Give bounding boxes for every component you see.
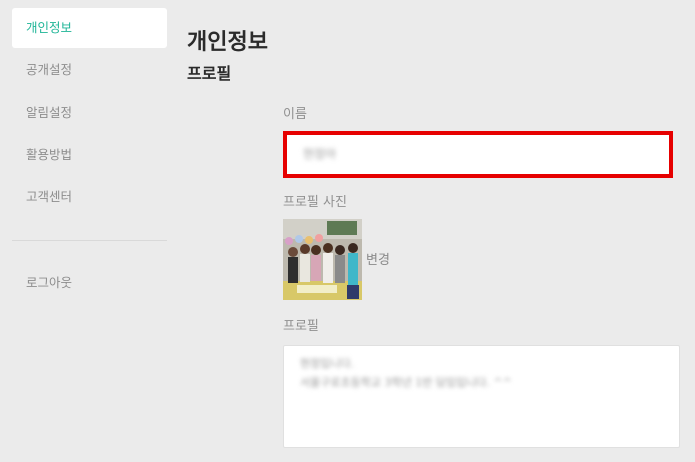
profile-textarea[interactable]: 현정입니다. 서울구로초등학교 3학년 1반 담임입니다. ^^ [283, 345, 680, 448]
sidebar-item-label: 개인정보 [26, 20, 73, 35]
logout-label: 로그아웃 [26, 275, 73, 290]
profile-photo-label: 프로필 사진 [283, 195, 347, 210]
sidebar-item-personal-info[interactable]: 개인정보 [12, 8, 167, 48]
sidebar-item-label: 알림설정 [26, 105, 73, 120]
profile-photo-image [283, 219, 362, 300]
profile-photo[interactable] [283, 219, 362, 300]
name-field[interactable]: 현정아 [283, 131, 673, 178]
sidebar-item-label: 활용방법 [26, 147, 73, 162]
name-value: 현정아 [303, 147, 337, 161]
profile-text-line: 서울구로초등학교 3학년 1반 담임입니다. ^^ [300, 376, 512, 389]
sidebar-item-label: 고객센터 [26, 189, 73, 204]
sidebar-item-customer-center[interactable]: 고객센터 [12, 177, 167, 217]
name-label: 이름 [283, 107, 307, 122]
sidebar-item-notification-settings[interactable]: 알림설정 [12, 93, 167, 133]
logout-button[interactable]: 로그아웃 [12, 263, 167, 303]
sidebar-item-how-to-use[interactable]: 활용방법 [12, 135, 167, 175]
sidebar-item-privacy-settings[interactable]: 공개설정 [12, 50, 167, 90]
section-title: 프로필 [187, 64, 232, 83]
change-photo-button[interactable]: 변경 [366, 252, 390, 270]
profile-text-line: 현정입니다. [300, 357, 355, 370]
sidebar-divider [12, 240, 167, 241]
profile-label: 프로필 [283, 319, 319, 334]
sidebar-item-label: 공개설정 [26, 62, 73, 77]
sidebar: 개인정보 공개설정 알림설정 활용방법 고객센터 로그아웃 [0, 0, 175, 462]
page-title: 개인정보 [187, 30, 268, 55]
